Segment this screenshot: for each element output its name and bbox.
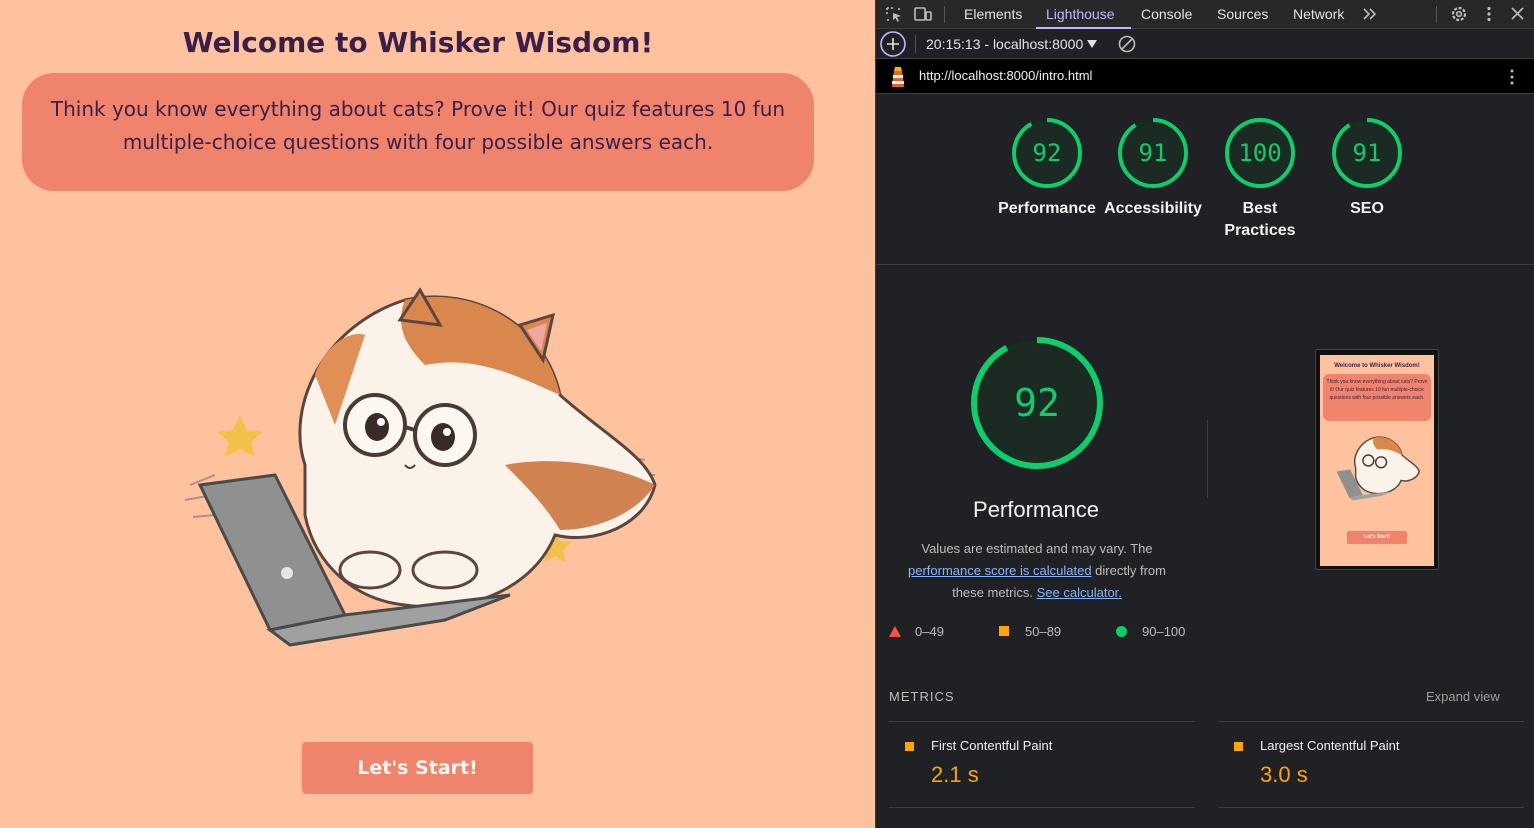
report-url: http://localhost:8000/intro.html [919,68,1093,83]
score-gauge-performance[interactable]: 92 [1010,116,1084,190]
score-gauge-accessibility[interactable]: 91 [1116,116,1190,190]
thumbnail-intro: Think you know everything about cats? Pr… [1323,374,1431,421]
chevron-double-right-icon[interactable] [1360,5,1380,23]
metric-divider [1218,721,1524,722]
toolbar-divider [915,35,916,53]
metric-divider [889,721,1195,722]
report-url-bar: http://localhost:8000/intro.html [876,59,1534,94]
tab-divider [944,6,945,23]
tab-console[interactable]: Console [1141,6,1192,22]
tab-network[interactable]: Network [1293,6,1344,22]
page-screenshot-thumbnail[interactable]: Welcome to Whisker Wisdom! Think you kno… [1315,349,1439,570]
devtools-tabbar: Elements Lighthouse Console Sources Netw… [876,0,1534,29]
page-title: Welcome to Whisker Wisdom! [182,26,654,59]
tab-sources[interactable]: Sources [1217,6,1268,22]
legend-fail-label: 0–49 [915,624,944,639]
legend-pass-label: 90–100 [1142,624,1186,639]
lighthouse-toolbar: 20:15:13 - localhost:8000 [876,29,1534,59]
device-toolbar-icon[interactable] [913,5,933,23]
score-label-accessibility: Accessibility [1104,200,1202,217]
legend-average-label: 50–89 [1025,624,1062,639]
square-average-icon [1234,742,1243,751]
circle-pass-icon [1116,626,1127,637]
thumbnail-start-button: Let's Start! [1347,531,1407,544]
lighthouse-report: 92 91 100 91 Performance Accessibility B… [876,94,1534,828]
desc-text: Values are estimated and may vary. The [921,541,1153,556]
metric-divider [889,807,1195,808]
score-label-seo: SEO [1350,200,1384,217]
clear-report-icon[interactable] [1118,35,1136,53]
performance-title: Performance [973,497,1099,522]
thumbnail-title: Welcome to Whisker Wisdom! [1334,363,1420,369]
thumbnail-cat-illustration [1336,436,1421,501]
lighthouse-logo-icon [892,67,904,87]
triangle-fail-icon [889,626,901,637]
score-gauge-best-practices[interactable]: 100 [1223,116,1297,190]
more-options-icon[interactable] [1479,5,1499,23]
expand-view-toggle[interactable]: Expand view [1426,689,1500,704]
cat-illustration [184,287,657,647]
performance-gauge-large: 92 [969,335,1105,471]
dropdown-triangle-icon[interactable] [1087,40,1097,48]
devtools-panel: Elements Lighthouse Console Sources Netw… [875,0,1534,828]
page-preview: Welcome to Whisker Wisdom! Think you kno… [0,0,875,828]
close-icon[interactable] [1508,5,1528,23]
score-value: 91 [1352,139,1382,167]
lets-start-button[interactable]: Let's Start! [302,742,533,794]
metric-name: First Contentful Paint [931,738,1053,753]
new-report-plus-icon[interactable] [880,31,906,57]
score-label-performance: Performance [998,200,1096,217]
tab-elements[interactable]: Elements [964,6,1022,22]
url-menu-icon[interactable] [1508,68,1516,86]
square-average-icon [999,626,1009,636]
metrics-header: METRICS [889,689,955,704]
metric-first-contentful-paint: First Contentful Paint 2.1 s [889,734,1195,804]
score-value: 92 [1032,139,1062,167]
inspect-element-icon[interactable] [884,5,904,23]
metric-divider [1218,807,1524,808]
report-selector[interactable]: 20:15:13 - localhost:8000 [926,36,1083,52]
performance-score-large: 92 [1014,381,1060,425]
intro-card: Think you know everything about cats? Pr… [22,73,814,191]
score-gauge-seo[interactable]: 91 [1330,116,1404,190]
metric-value: 2.1 s [931,762,979,787]
tab-lighthouse[interactable]: Lighthouse [1046,6,1115,22]
square-average-icon [905,742,914,751]
metric-largest-contentful-paint: Largest Contentful Paint 3.0 s [1218,734,1524,804]
metric-name: Largest Contentful Paint [1260,738,1400,753]
score-value: 91 [1138,139,1168,167]
performance-description: Values are estimated and may vary. The p… [894,538,1180,604]
tab-divider [1436,6,1437,23]
section-divider [876,264,1534,265]
vertical-divider [1207,420,1208,498]
metric-value: 3.0 s [1260,762,1308,787]
score-value: 100 [1238,139,1282,167]
gear-icon[interactable] [1449,5,1469,23]
performance-score-link[interactable]: performance score is calculated [908,563,1092,578]
see-calculator-link[interactable]: See calculator. [1037,585,1122,600]
score-label-best-practices: Best Practices [1224,200,1296,239]
thumbnail-page: Welcome to Whisker Wisdom! Think you kno… [1320,355,1434,566]
